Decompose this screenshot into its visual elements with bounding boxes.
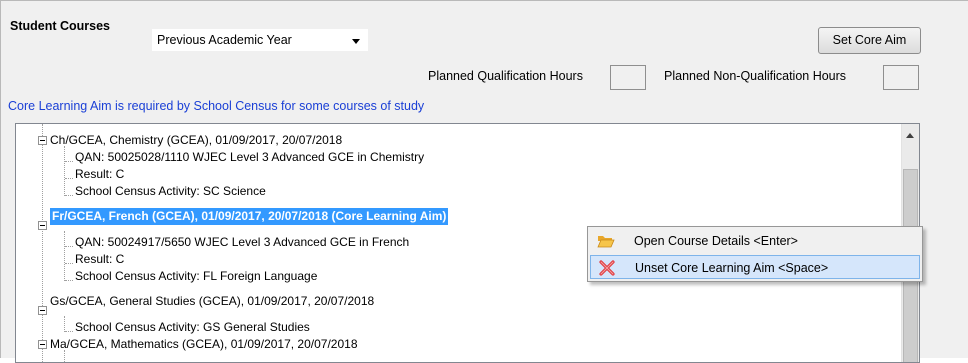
tree-line — [64, 231, 65, 281]
planned-nonqual-hours-label: Planned Non-Qualification Hours — [664, 69, 847, 83]
collapse-icon[interactable] — [38, 306, 47, 315]
course-detail-census[interactable]: School Census Activity: FL Foreign Langu… — [75, 268, 317, 285]
tree-line — [65, 246, 73, 247]
course-node-french-selected[interactable]: Fr/GCEA, French (GCEA), 01/09/2017, 20/0… — [50, 208, 449, 225]
scroll-up-icon[interactable] — [906, 133, 914, 138]
academic-year-select[interactable]: Previous Academic Year — [151, 28, 369, 52]
course-detail-qan[interactable]: QAN: 50025028/1110 WJEC Level 3 Advanced… — [75, 149, 424, 166]
tree-line — [65, 280, 73, 281]
planned-nonqual-hours-field[interactable] — [883, 65, 919, 90]
course-detail-census[interactable]: School Census Activity: SC Science — [75, 183, 266, 200]
course-detail-result[interactable]: Result: C — [75, 166, 124, 183]
course-node-general-studies[interactable]: Gs/GCEA, General Studies (GCEA), 01/09/2… — [50, 293, 374, 310]
planned-qual-hours-field[interactable] — [610, 65, 646, 90]
menu-item-open-course-details[interactable]: Open Course Details <Enter> — [590, 229, 920, 253]
tree-line — [64, 146, 65, 196]
folder-open-icon — [597, 236, 615, 248]
planned-qual-hours-label: Planned Qualification Hours — [428, 69, 583, 83]
collapse-icon[interactable] — [38, 221, 47, 230]
collapse-icon[interactable] — [38, 136, 47, 145]
course-node-mathematics[interactable]: Ma/GCEA, Mathematics (GCEA), 01/09/2017,… — [50, 336, 358, 353]
course-node-chemistry[interactable]: Ch/GCEA, Chemistry (GCEA), 01/09/2017, 2… — [50, 132, 342, 149]
course-detail-result[interactable]: Result: C — [75, 251, 124, 268]
tree-line — [64, 316, 65, 332]
context-menu: Open Course Details <Enter> Unset Core L… — [587, 226, 923, 282]
course-detail-qan[interactable]: QAN: 50024917/5650 WJEC Level 3 Advanced… — [75, 234, 409, 251]
tree-line — [65, 161, 73, 162]
tree-line — [65, 263, 73, 264]
menu-item-unset-core-aim[interactable]: Unset Core Learning Aim <Space> — [590, 255, 920, 279]
menu-item-label: Unset Core Learning Aim <Space> — [635, 261, 829, 275]
tree-line — [65, 195, 73, 196]
tree-line — [65, 178, 73, 179]
set-core-aim-button[interactable]: Set Core Aim — [818, 27, 921, 54]
course-detail-census[interactable]: School Census Activity: GS General Studi… — [75, 319, 310, 336]
student-courses-panel: Student Courses Previous Academic Year S… — [0, 0, 968, 363]
menu-item-label: Open Course Details <Enter> — [634, 234, 798, 248]
panel-title: Student Courses — [10, 19, 111, 33]
tree-line — [65, 331, 73, 332]
core-aim-note: Core Learning Aim is required by School … — [8, 99, 425, 113]
collapse-icon[interactable] — [38, 340, 47, 349]
chevron-down-icon[interactable] — [352, 39, 360, 44]
tree-line — [42, 124, 43, 362]
academic-year-value: Previous Academic Year — [157, 33, 292, 47]
red-x-icon — [599, 260, 615, 276]
